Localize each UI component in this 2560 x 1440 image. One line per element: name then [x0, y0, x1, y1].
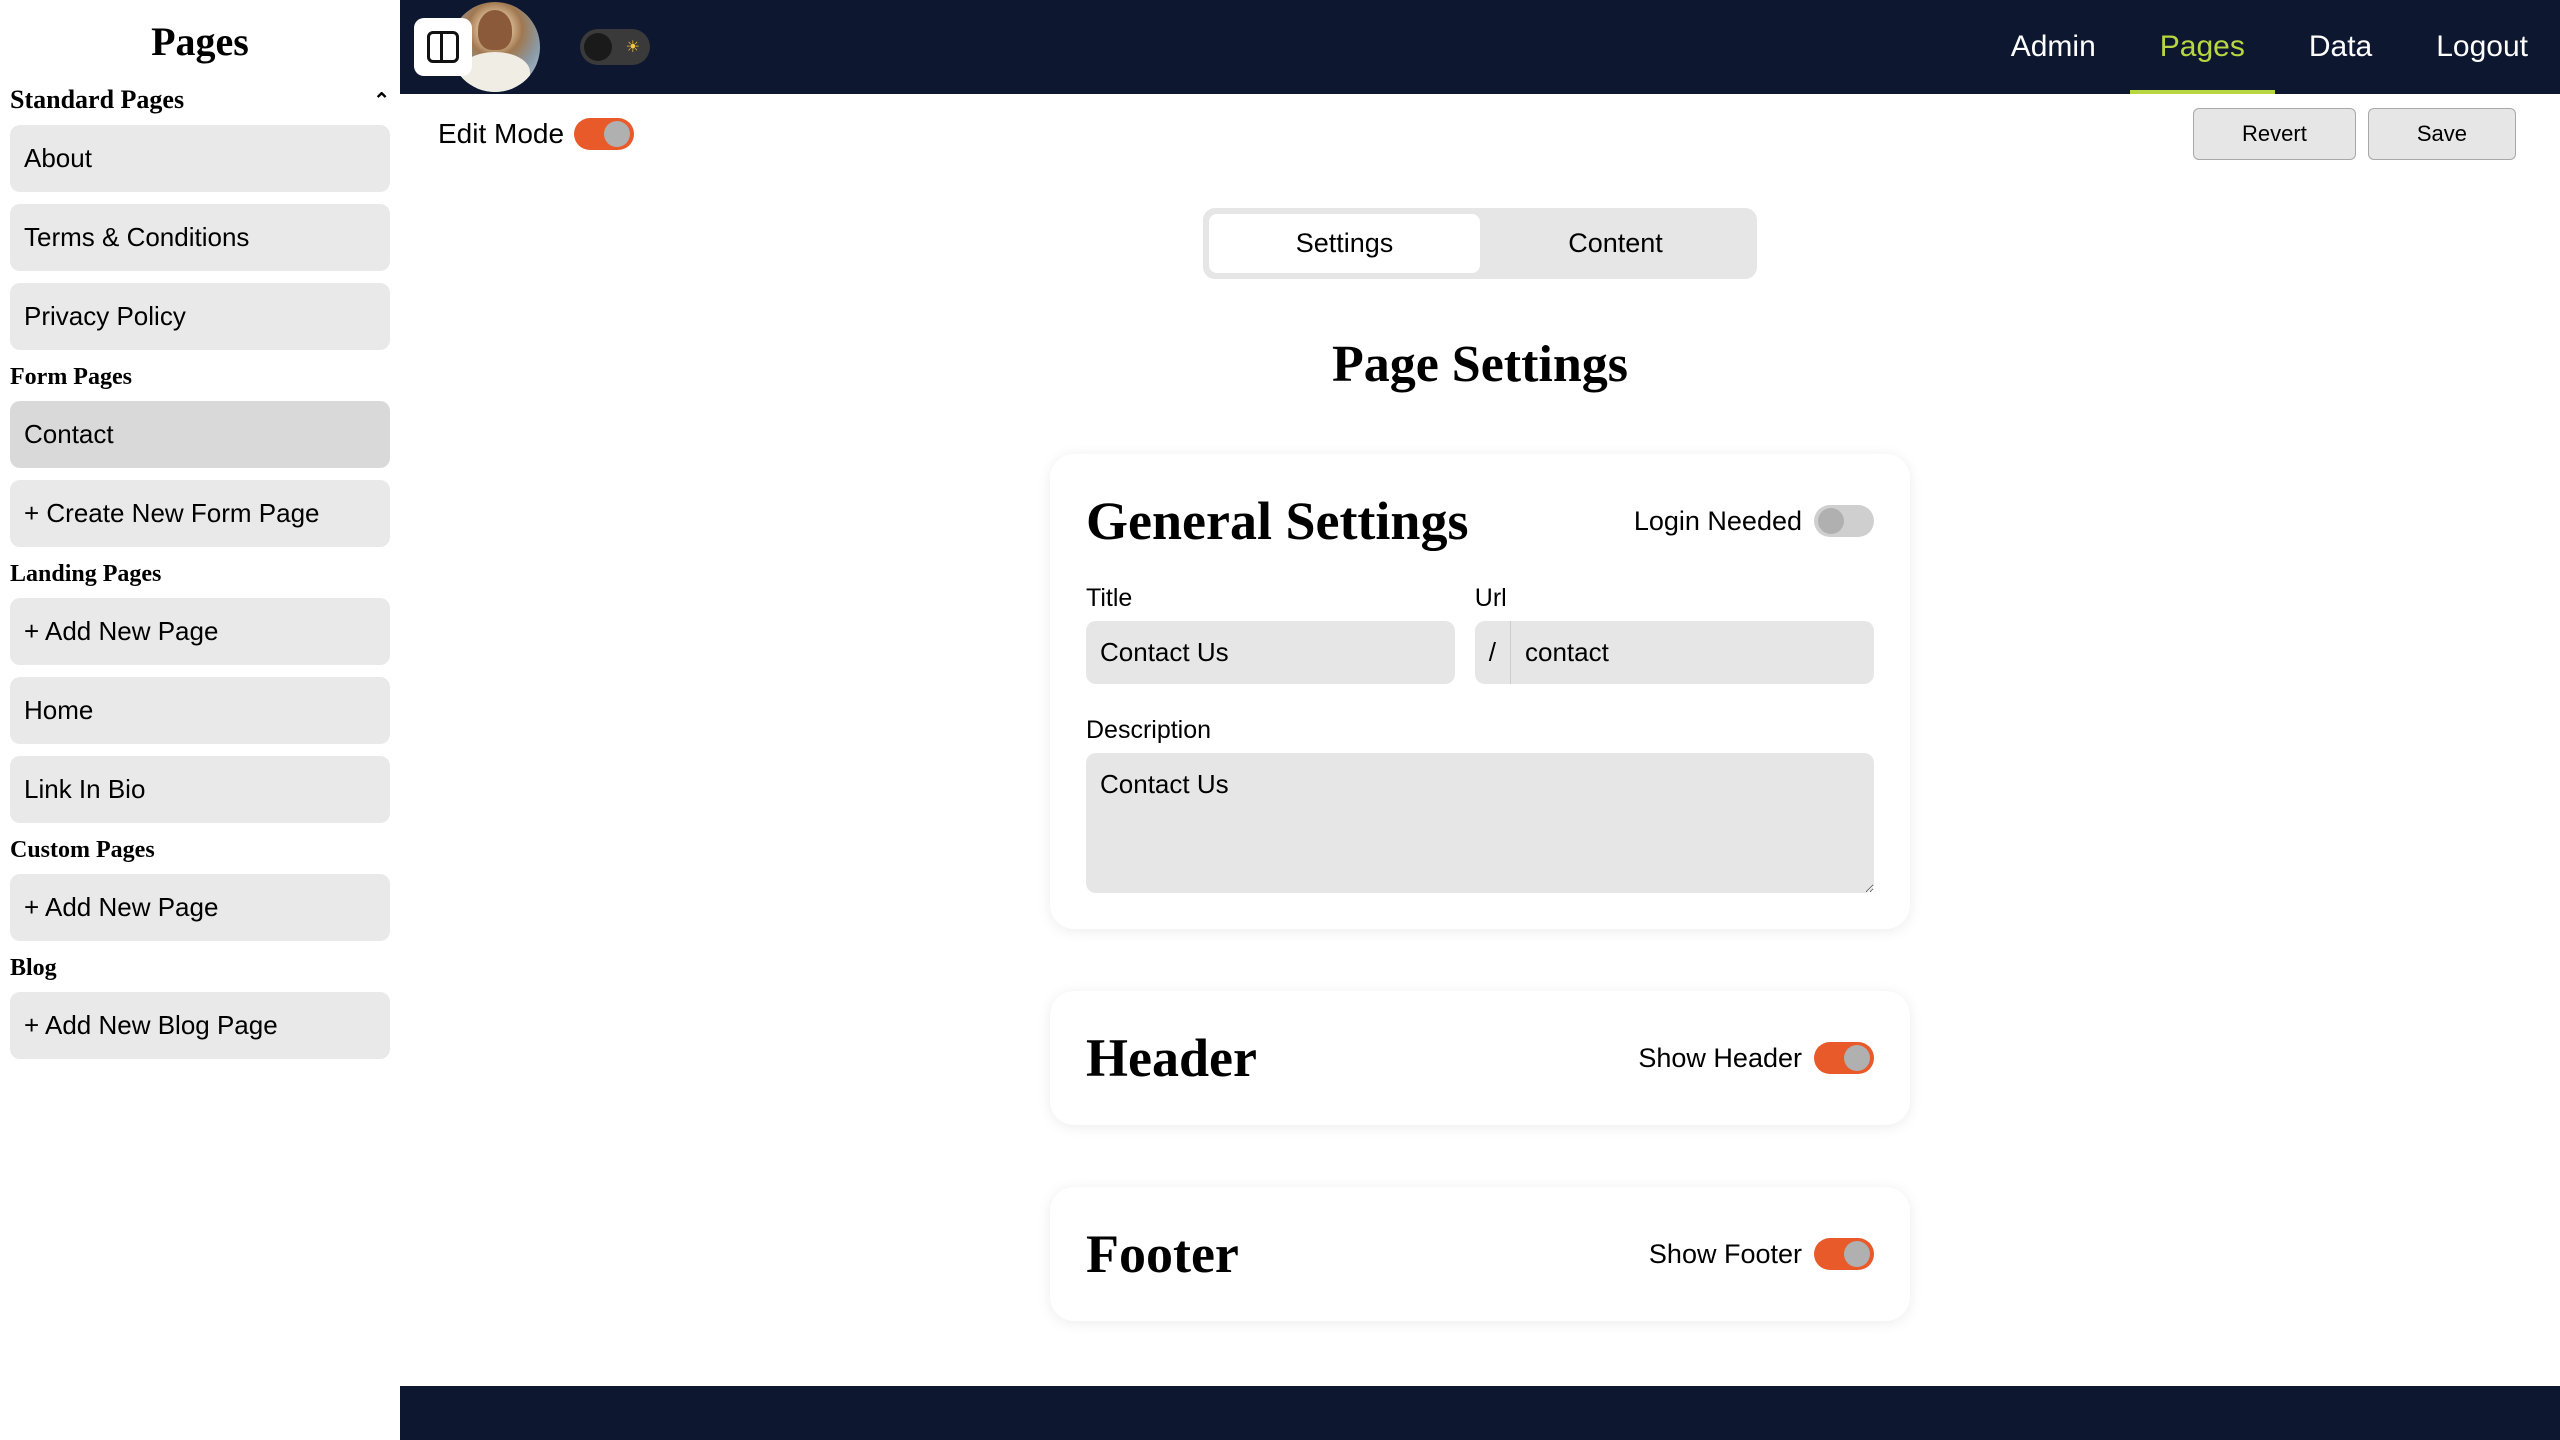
sidebar-item-add-blog[interactable]: + Add New Blog Page	[10, 992, 390, 1059]
card-general: General Settings Login Needed Title Url	[1050, 454, 1910, 929]
sidebar-item-terms[interactable]: Terms & Conditions	[10, 204, 390, 271]
sidebar: Pages Standard Pages ⌃ About Terms & Con…	[0, 0, 400, 1440]
show-footer-toggle[interactable]	[1814, 1238, 1874, 1270]
card-header: Header Show Header	[1050, 991, 1910, 1125]
panel-icon	[427, 31, 459, 63]
tabs: Settings Content	[1203, 208, 1757, 279]
tab-settings[interactable]: Settings	[1209, 214, 1480, 273]
panel-toggle-button[interactable]	[414, 18, 472, 76]
edit-mode-label: Edit Mode	[438, 118, 564, 150]
show-footer-label: Show Footer	[1649, 1239, 1802, 1270]
sidebar-item-add-custom[interactable]: + Add New Page	[10, 874, 390, 941]
top-nav: Admin Pages Data Logout	[2011, 0, 2528, 94]
footer-card-title: Footer	[1086, 1223, 1239, 1285]
login-needed-toggle[interactable]	[1814, 505, 1874, 537]
tab-content[interactable]: Content	[1480, 214, 1751, 273]
sidebar-title: Pages	[10, 18, 390, 65]
description-input[interactable]	[1086, 753, 1874, 893]
sidebar-item-home[interactable]: Home	[10, 677, 390, 744]
revert-button[interactable]: Revert	[2193, 108, 2356, 160]
nav-logout[interactable]: Logout	[2436, 0, 2528, 94]
section-label: Standard Pages	[10, 85, 184, 115]
description-label: Description	[1086, 716, 1874, 745]
section-header-blog[interactable]: Blog	[10, 955, 390, 982]
save-button[interactable]: Save	[2368, 108, 2516, 160]
edit-mode-toggle[interactable]	[574, 118, 634, 150]
theme-toggle[interactable]: ☀	[580, 29, 650, 65]
sidebar-item-contact[interactable]: Contact	[10, 401, 390, 468]
show-header-toggle[interactable]	[1814, 1042, 1874, 1074]
section-header-form[interactable]: Form Pages	[10, 364, 390, 391]
title-label: Title	[1086, 584, 1455, 613]
nav-pages[interactable]: Pages	[2160, 0, 2245, 94]
general-title: General Settings	[1086, 490, 1468, 552]
url-input[interactable]	[1511, 621, 1874, 684]
section-header-custom[interactable]: Custom Pages	[10, 837, 390, 864]
footer-bar	[400, 1386, 2560, 1440]
page-heading: Page Settings	[400, 335, 2560, 394]
sidebar-item-privacy[interactable]: Privacy Policy	[10, 283, 390, 350]
section-header-standard[interactable]: Standard Pages ⌃	[10, 85, 390, 115]
sun-icon: ☀	[626, 37, 640, 57]
card-footer: Footer Show Footer	[1050, 1187, 1910, 1321]
nav-data[interactable]: Data	[2309, 0, 2372, 94]
title-input[interactable]	[1086, 621, 1455, 684]
cards: General Settings Login Needed Title Url	[400, 454, 2560, 1321]
url-label: Url	[1475, 584, 1874, 613]
theme-knob	[584, 33, 612, 61]
topbar: ☀ Admin Pages Data Logout	[400, 0, 2560, 94]
show-header-label: Show Header	[1638, 1043, 1802, 1074]
sidebar-item-linkinbio[interactable]: Link In Bio	[10, 756, 390, 823]
main: ☀ Admin Pages Data Logout Edit Mode Reve…	[400, 0, 2560, 1440]
editbar: Edit Mode Revert Save	[400, 94, 2560, 174]
chevron-up-icon: ⌃	[373, 88, 390, 113]
login-needed-label: Login Needed	[1634, 506, 1802, 537]
nav-admin[interactable]: Admin	[2011, 0, 2096, 94]
header-card-title: Header	[1086, 1027, 1257, 1089]
url-prefix: /	[1475, 621, 1511, 684]
sidebar-item-add-landing[interactable]: + Add New Page	[10, 598, 390, 665]
sidebar-item-create-form[interactable]: + Create New Form Page	[10, 480, 390, 547]
sidebar-item-about[interactable]: About	[10, 125, 390, 192]
section-header-landing[interactable]: Landing Pages	[10, 561, 390, 588]
